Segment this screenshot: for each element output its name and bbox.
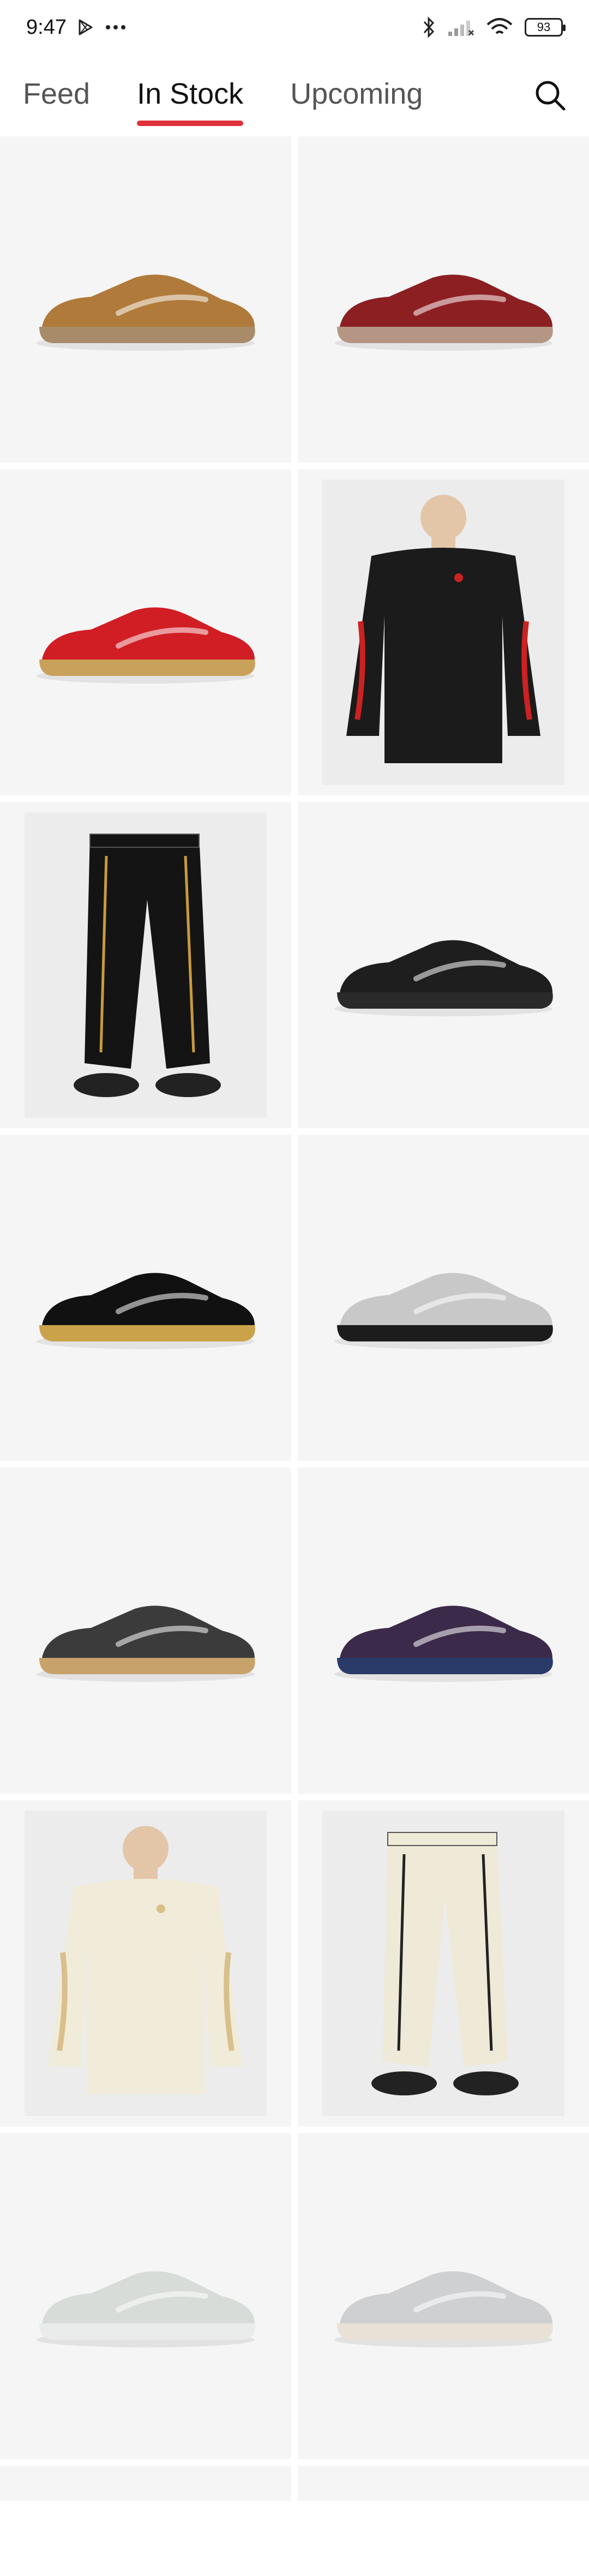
sneaker-image <box>37 2271 255 2347</box>
sneaker-image <box>334 274 553 351</box>
sneaker-image <box>37 1605 255 1682</box>
product-card[interactable] <box>298 2466 589 2501</box>
sneaker-image <box>37 274 255 351</box>
product-card[interactable] <box>298 2133 589 2459</box>
sneaker-image <box>334 1273 553 1349</box>
product-photo <box>322 480 564 785</box>
product-photo <box>25 1811 267 2116</box>
search-icon[interactable] <box>531 76 569 115</box>
product-card[interactable] <box>0 2133 291 2459</box>
status-bar: 9:47 93 <box>0 0 589 55</box>
product-card[interactable] <box>0 469 291 795</box>
product-card[interactable] <box>298 1135 589 1461</box>
jacket-image <box>322 480 564 785</box>
sneaker-image <box>334 1605 553 1682</box>
pants-image <box>322 1811 564 2116</box>
battery-level: 93 <box>537 20 551 34</box>
product-card[interactable] <box>0 802 291 1128</box>
status-time: 9:47 <box>26 15 67 39</box>
sneaker-image <box>334 940 553 1016</box>
more-notifications-icon <box>105 25 125 29</box>
product-card[interactable] <box>0 1135 291 1461</box>
sneaker-image <box>37 607 255 684</box>
tab-upcoming[interactable]: Upcoming <box>290 77 423 125</box>
product-photo <box>25 812 267 1118</box>
product-card[interactable] <box>298 1800 589 2126</box>
sweatshirt-image <box>25 1811 267 2116</box>
product-card[interactable] <box>0 1467 291 1794</box>
product-card[interactable] <box>0 1800 291 2126</box>
product-card[interactable] <box>298 802 589 1128</box>
product-card[interactable] <box>298 469 589 795</box>
tab-bar: Feed In Stock Upcoming <box>0 65 589 136</box>
product-card[interactable] <box>298 1467 589 1794</box>
battery-indicator: 93 <box>525 18 566 37</box>
sneaker-image <box>37 1273 255 1349</box>
product-photo <box>322 1811 564 2116</box>
tab-in-stock[interactable]: In Stock <box>137 77 244 126</box>
product-card[interactable] <box>0 136 291 463</box>
product-card[interactable] <box>0 2466 291 2501</box>
bluetooth-icon <box>423 16 435 38</box>
product-card[interactable] <box>298 136 589 463</box>
pants-image <box>25 812 267 1118</box>
signal-icon <box>448 21 474 36</box>
product-grid <box>0 136 589 2501</box>
sneaker-image <box>334 2271 553 2347</box>
wifi-icon <box>486 18 513 34</box>
tab-feed[interactable]: Feed <box>23 77 90 125</box>
play-store-icon <box>79 19 93 35</box>
